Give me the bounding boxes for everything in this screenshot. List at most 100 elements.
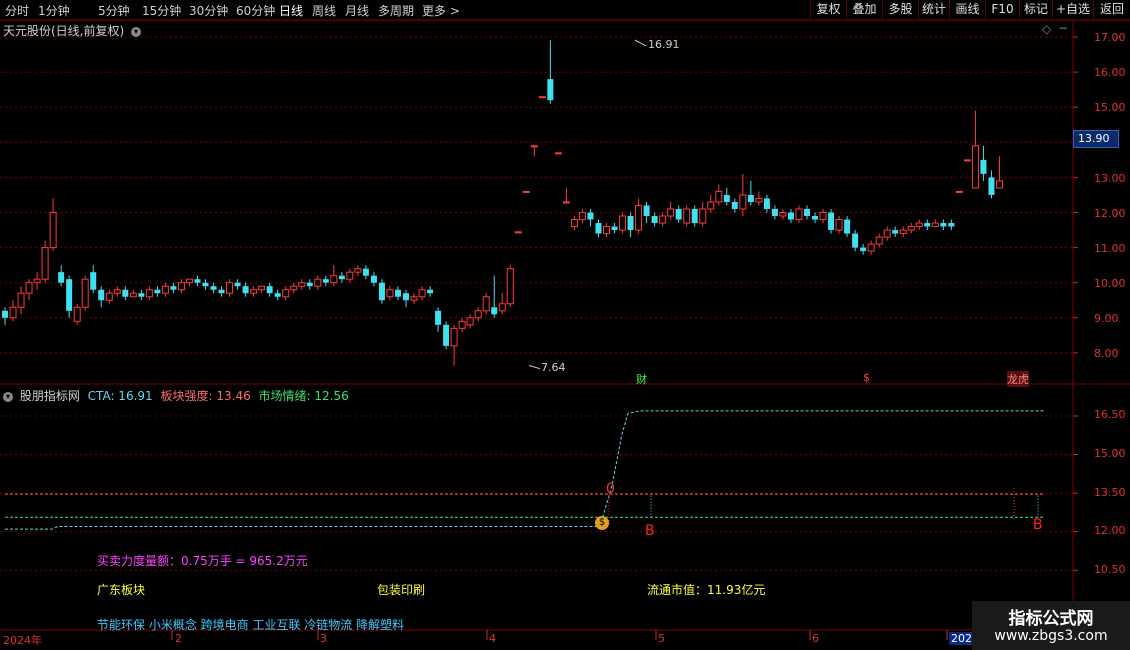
candle-body (410, 296, 418, 301)
candle-body (707, 201, 715, 210)
candle-body (90, 272, 97, 290)
candle-body (194, 279, 201, 283)
time-axis-label: 6 (812, 632, 819, 645)
buy-signal: B (645, 523, 655, 539)
candle-body (418, 289, 426, 298)
candle-body (538, 96, 546, 99)
indicator-header: ▾ 股朋指标网 CTA: 16.91 板块强度: 13.46 市场情绪: 12.… (3, 387, 353, 404)
candle-body (940, 223, 947, 227)
candle-body (659, 215, 667, 224)
candle-body (747, 194, 754, 202)
chevron-down-icon[interactable]: ▾ (131, 26, 142, 37)
candle-body (210, 286, 217, 290)
candle-body (322, 279, 329, 283)
time-axis-label: 5 (658, 632, 665, 645)
dollar-event-marker[interactable]: $ (863, 371, 870, 384)
candle-body (394, 289, 401, 297)
candle-body (995, 180, 1003, 189)
watermark-url: www.zbgs3.com (994, 628, 1108, 644)
candle-body (129, 292, 137, 298)
candle-body (562, 201, 570, 204)
candle-body (844, 219, 851, 234)
candle-body (907, 226, 915, 231)
candle-body (804, 208, 810, 217)
candle-body (33, 278, 41, 284)
candle-body (875, 236, 883, 245)
candle-body (731, 201, 738, 209)
candle-body (25, 282, 33, 294)
candle-body (258, 285, 266, 291)
candle-body (771, 208, 778, 217)
candle-body (234, 282, 241, 287)
candle-body (290, 285, 298, 291)
candle-body (298, 282, 306, 287)
candle-body (105, 292, 113, 301)
candle-body (787, 212, 794, 220)
y-tick: 11.00 (1094, 242, 1126, 255)
candle-body (611, 226, 618, 231)
concept-tags: 节能环保 小米概念 跨境电商 工业互联 冷链物流 降解塑料 (97, 618, 405, 632)
candle-body (161, 285, 169, 294)
y-tick: 8.00 (1094, 347, 1119, 360)
indicator-name[interactable]: 股朋指标网 (20, 389, 80, 403)
time-axis-label: 3 (320, 632, 327, 645)
candle-body (403, 293, 409, 301)
candle-body (988, 177, 995, 195)
candle-body (242, 286, 249, 294)
low-price-label: 7.64 (541, 361, 566, 374)
candle-body (474, 310, 482, 319)
candle-body (570, 219, 578, 228)
candle-body (739, 194, 747, 210)
candle-body (924, 223, 931, 227)
y-tick: 10.00 (1094, 277, 1126, 290)
candle-body (763, 198, 770, 209)
candle-body (9, 306, 17, 319)
candle-body (892, 230, 899, 234)
candle-body (683, 208, 691, 224)
candle-body (835, 219, 843, 231)
candle-body (955, 190, 963, 193)
candle-body (218, 289, 225, 294)
chart-title: 天元股份(日线,前复权) ▾ (3, 22, 142, 39)
candle-body (250, 289, 258, 294)
candle-body (370, 275, 377, 283)
candle-body (723, 194, 730, 202)
candle-body (81, 278, 89, 308)
candle-body (435, 310, 442, 325)
candle-body (185, 278, 193, 284)
candle-body (522, 190, 530, 193)
minus-icon[interactable]: − (1058, 21, 1068, 35)
candle-body (443, 324, 450, 346)
ind-y-tick: 12.00 (1094, 524, 1126, 537)
candle-body (466, 317, 474, 326)
dragon-tiger-marker[interactable]: 龙虎 (1007, 371, 1029, 387)
y-tick: 12.00 (1094, 207, 1126, 220)
candle-body (113, 289, 121, 294)
candle-body (314, 278, 322, 287)
candle-body (58, 272, 65, 283)
candle-body (362, 268, 369, 276)
candle-body (715, 190, 723, 203)
candle-body (138, 293, 145, 297)
ind-y-tick: 15.00 (1094, 447, 1126, 460)
time-axis-label: 2024年 (3, 634, 42, 647)
finance-event-marker[interactable]: 财 (636, 371, 647, 387)
candle-body (667, 208, 675, 217)
cta-line (5, 410, 1045, 530)
cta-value: CTA: 16.91 (87, 389, 153, 403)
watermark-title: 指标公式网 (1008, 609, 1094, 629)
candle-body (860, 247, 867, 252)
candle-body (354, 268, 362, 273)
candle-body (963, 159, 971, 162)
diamond-icon[interactable]: ◇ (1042, 22, 1051, 36)
candle-body (98, 289, 105, 301)
chevron-down-icon[interactable]: ▾ (3, 391, 13, 402)
candle-body (491, 307, 498, 315)
market-sentiment-value: 市场情绪: 12.56 (258, 389, 349, 403)
candle-body (282, 289, 290, 298)
candle-body (554, 152, 562, 155)
candle-body (819, 212, 827, 221)
candle-body (177, 282, 185, 291)
candle-body (883, 229, 891, 238)
candle-body (699, 208, 707, 224)
